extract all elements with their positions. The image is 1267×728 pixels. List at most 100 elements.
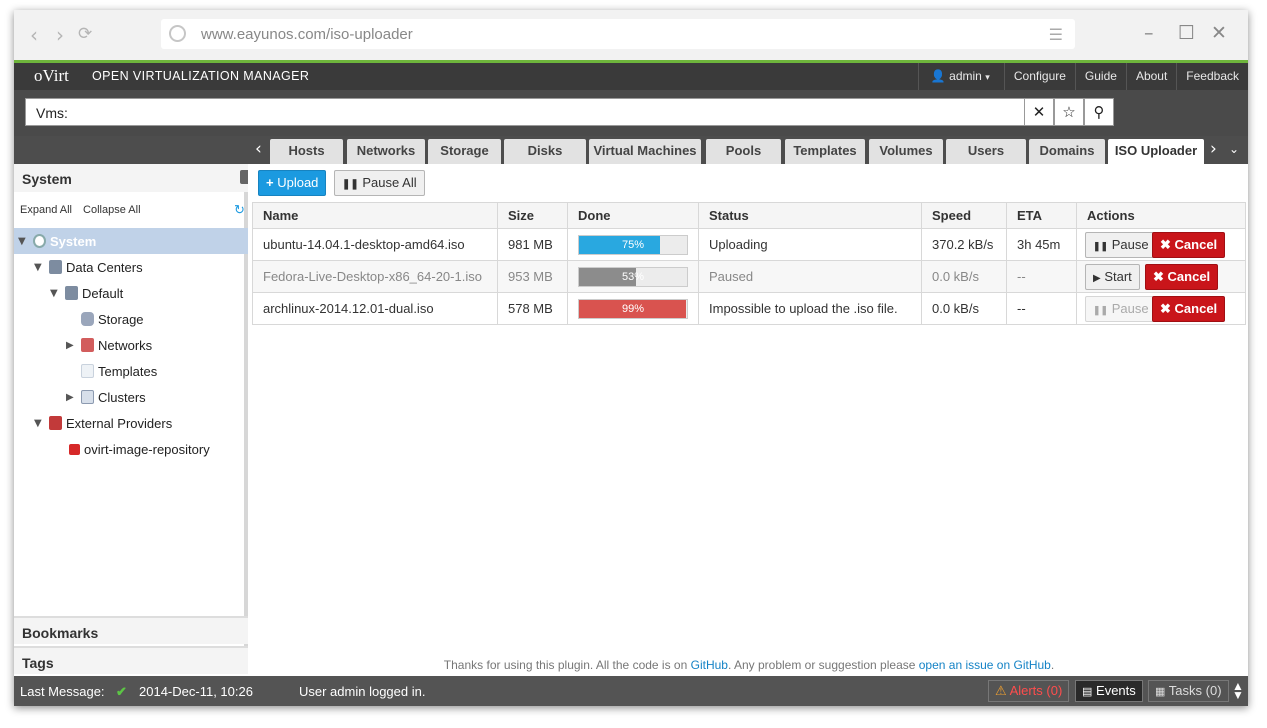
url-text: www.eayunos.com/iso-uploader xyxy=(201,26,413,43)
tab-volumes[interactable]: Volumes xyxy=(869,139,943,164)
column-header-done[interactable]: Done xyxy=(567,202,699,229)
bookmarks-section[interactable]: Bookmarks xyxy=(14,616,248,644)
start-button[interactable]: ▶ Start xyxy=(1085,264,1140,290)
reload-icon[interactable]: ⟳ xyxy=(78,24,92,44)
tree-actions: Expand All Collapse All xyxy=(20,204,141,216)
expanded-triangle-icon[interactable]: ▼ xyxy=(18,236,27,247)
row-status: Uploading xyxy=(698,228,922,261)
collapse-all-link[interactable]: Collapse All xyxy=(83,204,140,216)
guide-link[interactable]: Guide xyxy=(1074,63,1126,90)
tab-disks[interactable]: Disks xyxy=(504,139,586,164)
alerts-tab[interactable]: ⚠ Alerts (0) xyxy=(988,680,1070,702)
row-eta: -- xyxy=(1006,260,1077,293)
minimize-icon[interactable]: – xyxy=(1144,22,1154,44)
maximize-icon[interactable]: ☐ xyxy=(1178,22,1195,44)
cancel-button[interactable]: ✖ Cancel xyxy=(1152,232,1226,258)
feedback-link[interactable]: Feedback xyxy=(1176,63,1248,90)
row-status: Impossible to upload the .iso file. xyxy=(698,292,922,325)
tree-item-storage[interactable]: Storage xyxy=(66,307,144,331)
cancel-button[interactable]: ✖ Cancel xyxy=(1145,264,1219,290)
column-header-status[interactable]: Status xyxy=(698,202,922,229)
tree-item-external-providers[interactable]: ▼ External Providers xyxy=(34,411,172,435)
clear-search-icon[interactable]: ✕ xyxy=(1024,98,1054,126)
close-icon: ✖ xyxy=(1160,237,1171,252)
collapse-panel-handle[interactable] xyxy=(240,170,248,184)
pause-all-button-label: Pause All xyxy=(362,175,417,190)
tab-templates[interactable]: Templates xyxy=(785,139,865,164)
tab-virtual-machines[interactable]: Virtual Machines xyxy=(589,139,701,164)
pause-all-button[interactable]: ❚❚ Pause All xyxy=(334,170,425,196)
tab-networks[interactable]: Networks xyxy=(347,139,425,164)
tab-pools[interactable]: Pools xyxy=(706,139,781,164)
provider-icon xyxy=(49,416,62,430)
column-header-size[interactable]: Size xyxy=(497,202,568,229)
tree-item-default[interactable]: ▼ Default xyxy=(50,281,123,305)
tree-item-system[interactable]: ▼ System xyxy=(18,229,96,253)
column-header-name[interactable]: Name xyxy=(252,202,498,229)
tab-domains[interactable]: Domains xyxy=(1029,139,1105,164)
about-link[interactable]: About xyxy=(1125,63,1176,90)
expanded-triangle-icon[interactable]: ▼ xyxy=(34,418,43,429)
search-query: Vms: xyxy=(36,105,68,121)
row-actions: ❚❚ Pause ✖ Cancel xyxy=(1076,228,1246,261)
iso-uploader-panel: + Upload ❚❚ Pause All Name Size Done Sta… xyxy=(252,164,1248,674)
system-icon xyxy=(33,234,46,248)
menu-icon[interactable]: ☰ xyxy=(1049,25,1063,45)
expand-collapse-icon[interactable]: ▲ ▼ xyxy=(1232,680,1244,701)
tabs-scroll-left-icon[interactable]: ‹ xyxy=(255,139,262,159)
product-name: OPEN VIRTUALIZATION MANAGER xyxy=(92,69,310,83)
expand-all-link[interactable]: Expand All xyxy=(20,204,72,216)
row-done: 53% xyxy=(567,260,699,293)
collapsed-triangle-icon[interactable]: ▶ xyxy=(66,392,75,403)
table-row: Fedora-Live-Desktop-x86_64-20-1.iso 953 … xyxy=(252,260,1246,293)
tab-users[interactable]: Users xyxy=(946,139,1026,164)
search-input[interactable]: Vms: xyxy=(25,98,1025,126)
tags-section[interactable]: Tags xyxy=(14,646,248,674)
check-icon: ✔ xyxy=(116,684,127,699)
tree-item-ovirt-image-repository[interactable]: ovirt-image-repository xyxy=(66,437,210,461)
tab-storage[interactable]: Storage xyxy=(428,139,501,164)
expanded-triangle-icon[interactable]: ▼ xyxy=(50,288,59,299)
system-tree-panel: System Expand All Collapse All ↻ ▼ Syste… xyxy=(14,164,248,674)
search-icon[interactable]: ⚲ xyxy=(1084,98,1114,126)
address-bar[interactable]: www.eayunos.com/iso-uploader ☰ xyxy=(161,19,1075,49)
tree-item-clusters[interactable]: ▶ Clusters xyxy=(66,385,146,409)
browser-chrome: ‹ › ⟳ www.eayunos.com/iso-uploader ☰ – ☐… xyxy=(14,10,1248,60)
events-label: Events xyxy=(1096,683,1136,698)
browser-window: ‹ › ⟳ www.eayunos.com/iso-uploader ☰ – ☐… xyxy=(14,10,1248,706)
collapsed-triangle-icon[interactable]: ▶ xyxy=(66,340,75,351)
tabs-scroll-right-icon[interactable]: › xyxy=(1210,139,1217,159)
configure-link[interactable]: Configure xyxy=(1003,63,1075,90)
tab-iso-uploader[interactable]: ISO Uploader xyxy=(1108,139,1204,164)
tabs-menu-chevron-icon[interactable]: ⌄ xyxy=(1229,142,1239,156)
tree-item-networks[interactable]: ▶ Networks xyxy=(66,333,152,357)
chevron-down-icon: ▾ xyxy=(985,72,990,82)
open-issue-link[interactable]: open an issue on GitHub xyxy=(919,658,1051,672)
events-tab[interactable]: ▤ Events xyxy=(1075,680,1143,702)
progress-label: 53% xyxy=(621,270,645,283)
forward-icon[interactable]: › xyxy=(56,23,64,47)
row-eta: -- xyxy=(1006,292,1077,325)
tree-item-data-centers[interactable]: ▼ Data Centers xyxy=(34,255,143,279)
expanded-triangle-icon[interactable]: ▼ xyxy=(34,262,43,273)
column-header-eta[interactable]: ETA xyxy=(1006,202,1077,229)
progress-bar: 53% xyxy=(578,266,688,287)
github-link[interactable]: GitHub xyxy=(691,658,728,672)
back-icon[interactable]: ‹ xyxy=(30,23,38,47)
footnote-prefix: Thanks for using this plugin. All the co… xyxy=(443,658,691,672)
pause-button[interactable]: ❚❚ Pause xyxy=(1085,232,1157,258)
bookmark-star-icon[interactable]: ☆ xyxy=(1054,98,1084,126)
column-header-speed[interactable]: Speed xyxy=(921,202,1007,229)
tasks-tab[interactable]: ▦ Tasks (0) xyxy=(1148,680,1229,702)
tree-label-storage: Storage xyxy=(98,311,144,327)
refresh-icon[interactable]: ↻ xyxy=(234,202,245,218)
upload-button[interactable]: + Upload xyxy=(258,170,327,196)
footnote-suffix: . xyxy=(1050,658,1055,672)
tab-hosts[interactable]: Hosts xyxy=(270,139,343,164)
plugin-footnote: Thanks for using this plugin. All the co… xyxy=(252,658,1246,672)
row-actions: ▶ Start ✖ Cancel xyxy=(1076,260,1246,293)
user-menu[interactable]: 👤 admin ▾ xyxy=(917,63,1004,90)
close-window-icon[interactable]: ✕ xyxy=(1211,22,1227,44)
tree-item-templates[interactable]: Templates xyxy=(66,359,157,383)
cancel-button[interactable]: ✖ Cancel xyxy=(1152,296,1226,322)
